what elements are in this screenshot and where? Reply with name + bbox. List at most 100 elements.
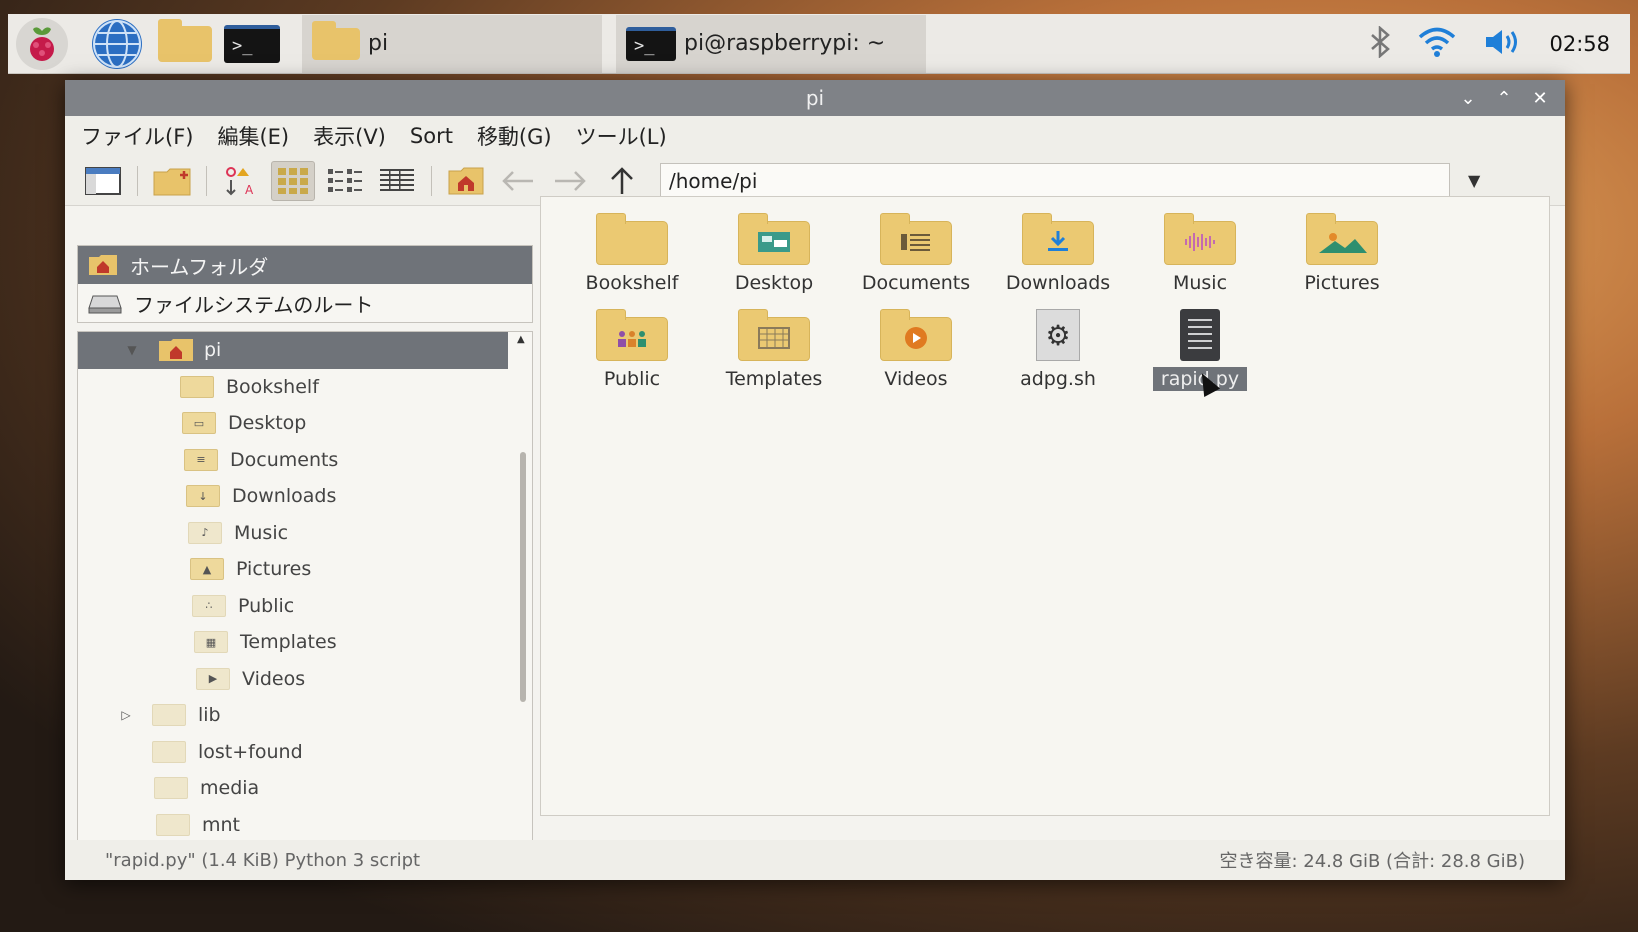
menu-view[interactable]: 表示(V)	[313, 121, 386, 151]
up-button[interactable]	[600, 161, 644, 201]
new-folder-button[interactable]	[150, 161, 194, 201]
clock[interactable]: 02:58	[1549, 32, 1610, 56]
arrow-up-icon	[611, 166, 633, 194]
browser-icon	[92, 18, 142, 69]
tree-label: lost+found	[198, 740, 303, 763]
close-button[interactable]: ✕	[1529, 84, 1551, 112]
file-item-downloads[interactable]: Downloads	[987, 205, 1129, 301]
file-item-pictures[interactable]: Pictures	[1271, 205, 1413, 301]
file-manager-window: pi ⌄ ⌃ ✕ ファイル(F) 編集(E) 表示(V) Sort 移動(G) …	[65, 80, 1565, 880]
file-item-bookshelf[interactable]: Bookshelf	[561, 205, 703, 301]
file-item-videos[interactable]: Videos	[845, 301, 987, 397]
wifi-icon[interactable]	[1417, 26, 1457, 62]
file-item-music[interactable]: Music	[1129, 205, 1271, 301]
tree-item-media[interactable]: media	[78, 770, 532, 807]
file-item-documents[interactable]: Documents	[845, 205, 987, 301]
selection-info: "rapid.py" (1.4 KiB) Python 3 script	[105, 849, 421, 871]
expander-open-icon[interactable]: ▼	[124, 343, 140, 357]
desktop-folder-icon: ▭	[182, 412, 216, 435]
file-label: Bookshelf	[585, 272, 679, 294]
path-input[interactable]: /home/pi	[660, 162, 1450, 199]
scrollbar-thumb[interactable]	[520, 452, 526, 702]
minimize-button[interactable]: ⌄	[1457, 84, 1479, 112]
templates-folder-icon: ▦	[194, 631, 228, 654]
tree-label: pi	[204, 339, 222, 362]
tree-item-music[interactable]: ♪ Music	[78, 515, 532, 552]
tree-item-downloads[interactable]: ↓ Downloads	[78, 478, 532, 515]
path-history-dropdown[interactable]: ▼	[1468, 171, 1480, 190]
tree-item-documents[interactable]: ≡ Documents	[78, 442, 532, 479]
tree-item-bookshelf[interactable]: Bookshelf	[78, 369, 532, 406]
sort-icon: A	[226, 166, 254, 196]
menu-sort[interactable]: Sort	[410, 124, 453, 148]
file-icon-view[interactable]: Bookshelf Desktop Documents Downloads Mu…	[540, 196, 1550, 816]
place-filesystem-root[interactable]: ファイルシステムのルート	[78, 284, 532, 322]
script-gear-icon: ⚙	[1022, 309, 1094, 361]
list-view-button[interactable]	[375, 161, 419, 201]
raspberry-menu-icon	[16, 17, 68, 70]
menu-edit[interactable]: 編集(E)	[217, 121, 289, 151]
list-view-icon	[380, 168, 414, 191]
raspberry-menu-button[interactable]	[16, 17, 68, 70]
volume-icon[interactable]	[1483, 26, 1523, 62]
tree-item-videos[interactable]: ▶ Videos	[78, 661, 532, 698]
expander-closed-icon[interactable]: ▷	[118, 708, 134, 722]
music-folder-icon: ♪	[188, 521, 222, 544]
task-terminal[interactable]: >_ pi@raspberrypi: ~	[616, 14, 926, 73]
file-manager-icon	[158, 18, 212, 62]
terminal-button[interactable]: >_	[224, 19, 280, 69]
scroll-up-icon[interactable]: ▲	[517, 334, 525, 345]
sort-button[interactable]: A	[219, 161, 263, 201]
terminal-icon: >_	[626, 26, 676, 61]
new-folder-icon	[153, 168, 191, 195]
place-home[interactable]: ホームフォルダ	[78, 246, 532, 284]
back-button[interactable]	[496, 161, 540, 201]
taskbar: >_ pi >_ pi@raspberrypi: ~ 02:58	[8, 14, 1630, 74]
tree-item-lost-found[interactable]: lost+found	[78, 734, 532, 771]
browser-button[interactable]	[92, 18, 142, 69]
text-document-icon	[1164, 309, 1236, 361]
menu-file[interactable]: ファイル(F)	[81, 121, 193, 151]
forward-button[interactable]	[548, 161, 592, 201]
tree-item-lib[interactable]: ▷ lib	[78, 697, 532, 734]
file-manager-button[interactable]	[158, 18, 212, 69]
videos-folder-icon	[880, 309, 952, 361]
folder-icon	[312, 20, 360, 60]
documents-folder-icon: ≡	[184, 448, 218, 471]
file-item-templates[interactable]: Templates	[703, 301, 845, 397]
folder-icon	[152, 704, 186, 727]
place-label: ホームフォルダ	[130, 254, 269, 279]
home-button[interactable]	[444, 161, 488, 201]
task-file-manager[interactable]: pi	[302, 14, 602, 73]
tree-scrollbar[interactable]: ▲ ▼	[516, 332, 530, 876]
bluetooth-icon[interactable]	[1369, 24, 1391, 62]
file-item-adpg-sh[interactable]: ⚙ adpg.sh	[987, 301, 1129, 397]
tree-item-mnt[interactable]: mnt	[78, 807, 532, 844]
icon-view-button[interactable]	[271, 160, 315, 201]
public-folder-icon: ∴	[192, 594, 226, 617]
menu-go[interactable]: 移動(G)	[477, 121, 552, 151]
folder-icon	[154, 777, 188, 800]
tree-label: lib	[198, 704, 221, 727]
file-item-desktop[interactable]: Desktop	[703, 205, 845, 301]
new-window-button[interactable]	[81, 161, 125, 201]
svg-text:A: A	[245, 183, 254, 196]
tree-label: Bookshelf	[226, 375, 319, 398]
tree-item-public[interactable]: ∴ Public	[78, 588, 532, 625]
drive-icon	[88, 295, 122, 314]
tree-item-templates[interactable]: ▦ Templates	[78, 624, 532, 661]
thumbnail-view-button[interactable]	[323, 161, 367, 201]
tree-label: mnt	[202, 813, 240, 836]
menu-tools[interactable]: ツール(L)	[576, 121, 667, 151]
maximize-button[interactable]: ⌃	[1493, 84, 1515, 112]
tree-label: Desktop	[228, 412, 307, 435]
file-item-public[interactable]: Public	[561, 301, 703, 397]
pictures-folder-icon: ▲	[190, 558, 224, 581]
tree-item-pi[interactable]: ▼ pi	[78, 332, 508, 369]
task-label: pi@raspberrypi: ~	[684, 31, 886, 56]
tree-item-pictures[interactable]: ▲ Pictures	[78, 551, 532, 588]
tree-item-desktop[interactable]: ▭ Desktop	[78, 405, 532, 442]
title-bar[interactable]: pi ⌄ ⌃ ✕	[65, 80, 1565, 116]
file-label: adpg.sh	[1020, 368, 1096, 390]
system-tray: 02:58	[1369, 24, 1630, 62]
